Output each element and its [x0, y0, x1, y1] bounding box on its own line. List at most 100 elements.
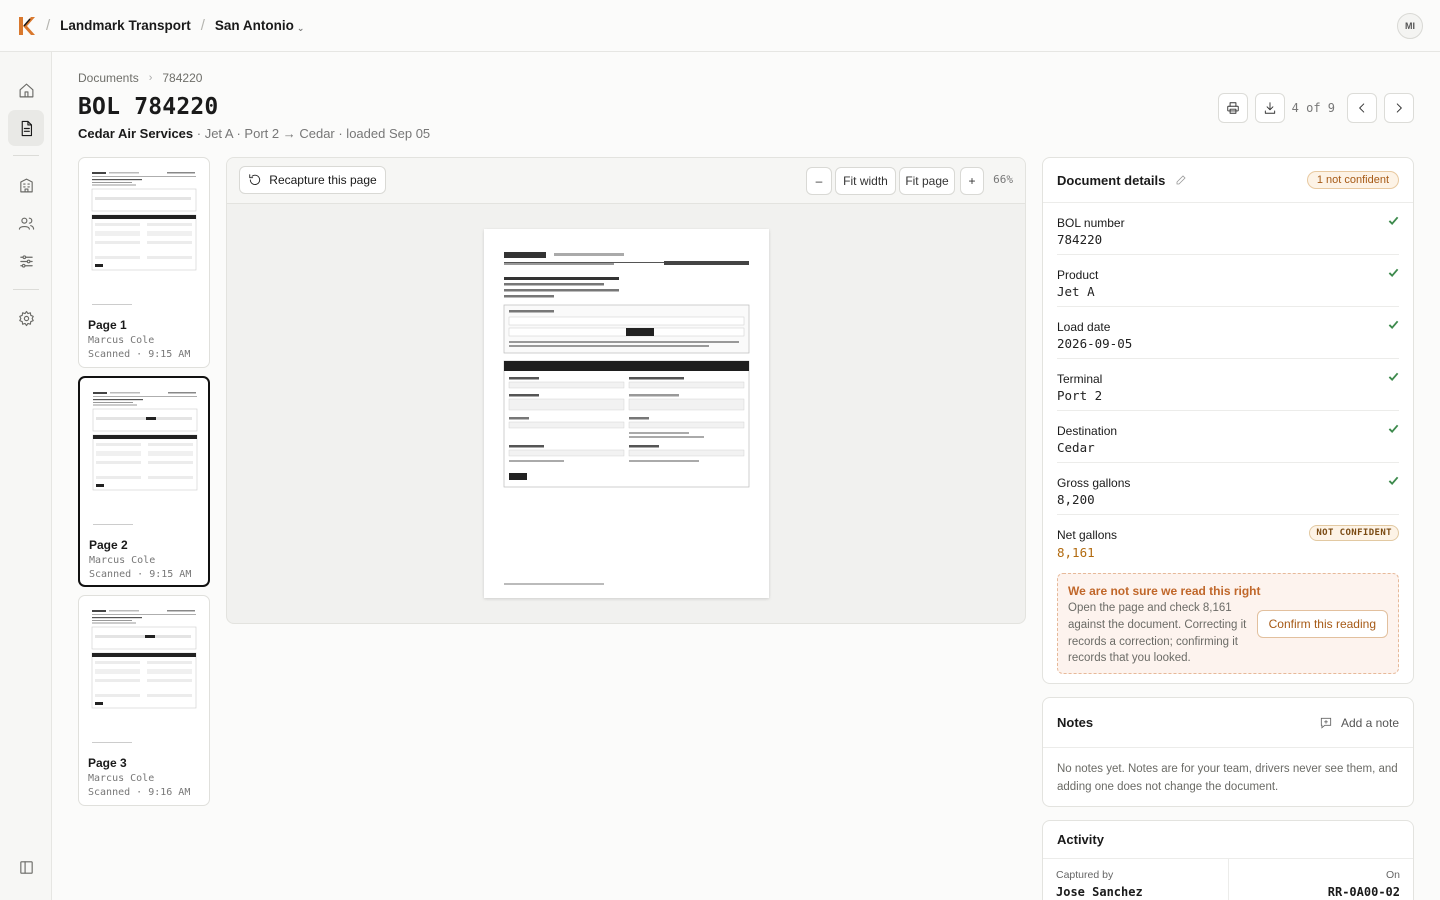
confidence-summary-badge: 1 not confident: [1306, 171, 1399, 189]
location-name: San Antonio: [214, 18, 294, 33]
field-gross-gallons[interactable]: Gross gallons 8,200: [1057, 463, 1399, 515]
page-thumbnail-2[interactable]: Page 2 Marcus Cole Scanned · 9:15 AM: [78, 376, 210, 587]
chevron-down-icon: ⌄: [296, 22, 305, 33]
edit-pencil-icon[interactable]: [1175, 174, 1187, 186]
field-bol-number[interactable]: BOL number 784220: [1057, 203, 1399, 255]
check-icon: [1388, 320, 1399, 330]
field-destination[interactable]: Destination Cedar: [1057, 411, 1399, 463]
breadcrumb: Documents › 784220: [78, 71, 202, 85]
add-note-icon: [1320, 717, 1332, 729]
app-logo[interactable]: [16, 15, 36, 37]
notes-header: Notes Add a note: [1043, 698, 1413, 748]
nav-documents[interactable]: [8, 110, 44, 146]
alert-title: We are not sure we read this right: [1068, 584, 1261, 598]
side-rail: [0, 52, 52, 900]
zoom-level: 66%: [993, 173, 1013, 186]
field-value: 8,200: [1057, 492, 1095, 507]
details-header: Document details 1 not confident: [1043, 158, 1413, 203]
field-terminal[interactable]: Terminal Port 2: [1057, 359, 1399, 411]
nav-filters[interactable]: [8, 243, 44, 279]
confirm-reading-button[interactable]: Confirm this reading: [1256, 610, 1388, 638]
page-preview: [92, 392, 198, 525]
notes-title: Notes: [1057, 715, 1094, 730]
alert-body: Open the page and check 8,161 against th…: [1068, 602, 1247, 665]
captured-by-value: Jose Sanchez: [1056, 885, 1143, 899]
collapse-sidebar-button[interactable]: [8, 849, 44, 885]
field-load-date[interactable]: Load date 2026-09-05: [1057, 307, 1399, 359]
on-label: On: [1385, 869, 1400, 881]
org-name[interactable]: Landmark Transport: [60, 18, 191, 33]
previous-document-button[interactable]: [1347, 93, 1377, 123]
zoom-in-button[interactable]: +: [960, 167, 984, 195]
nav-buildings[interactable]: [8, 167, 44, 203]
header-actions: 4 of 9: [1217, 93, 1414, 123]
document-icon: [21, 120, 32, 136]
check-icon: [1388, 476, 1399, 486]
nav-people[interactable]: [8, 205, 44, 241]
next-document-button[interactable]: [1384, 93, 1414, 123]
page-thumbnail-3[interactable]: Page 3 Marcus Cole Scanned · 9:16 AM: [78, 595, 210, 806]
field-product[interactable]: Product Jet A: [1057, 255, 1399, 307]
check-icon: [1388, 372, 1399, 382]
document-page[interactable]: [484, 229, 769, 598]
device-cell: On RR-0A00-02: [1227, 859, 1414, 900]
field-value: Port 2: [1057, 388, 1103, 403]
scanned-by: Marcus Cole: [88, 335, 155, 346]
breadcrumb-documents[interactable]: Documents: [78, 71, 139, 85]
details-title: Document details: [1057, 172, 1166, 188]
scanned-time: Scanned · 9:16 AM: [88, 787, 191, 798]
page-preview: [91, 172, 197, 305]
nav-home[interactable]: [8, 72, 44, 108]
recapture-label: Recapture this page: [269, 173, 377, 187]
add-note-button[interactable]: Add a note: [1319, 716, 1399, 730]
page-thumbnail-1[interactable]: Page 1 Marcus Cole Scanned · 9:15 AM: [78, 157, 210, 368]
document-details-card: Document details 1 not confident BOL num…: [1042, 157, 1414, 684]
activity-title: Activity: [1057, 832, 1104, 847]
field-label: Destination: [1057, 424, 1118, 438]
field-label: Net gallons: [1057, 528, 1118, 542]
document-viewer: Recapture this page – Fit width Fit page…: [226, 157, 1026, 624]
rail-divider: [13, 155, 39, 156]
scanned-by: Marcus Cole: [88, 773, 155, 784]
activity-header: Activity: [1043, 821, 1413, 858]
check-icon: [1388, 216, 1399, 226]
zoom-out-button[interactable]: –: [806, 167, 832, 195]
page-preview: [91, 610, 197, 743]
home-icon: [19, 83, 33, 97]
fit-page-button[interactable]: Fit page: [899, 167, 955, 195]
check-icon: [1388, 268, 1399, 278]
location-switcher[interactable]: San Antonio ⌄: [215, 18, 305, 34]
field-label: Product: [1057, 268, 1099, 282]
chevron-right-icon: [1396, 103, 1402, 113]
field-label: Terminal: [1057, 372, 1103, 386]
thumbnail-label: Page 3: [88, 756, 127, 770]
chevron-right-icon: ›: [148, 72, 153, 84]
thumbnail-label: Page 2: [89, 538, 128, 552]
page-title: BOL 784220: [78, 94, 219, 120]
printer-icon: [1226, 102, 1239, 114]
sliders-icon: [19, 254, 33, 268]
nav-settings[interactable]: [8, 300, 44, 336]
add-note-label: Add a note: [1340, 715, 1399, 730]
field-net-gallons[interactable]: Net gallons 8,161 NOT CONFIDENT: [1057, 515, 1399, 573]
fit-width-button[interactable]: Fit width: [835, 167, 896, 195]
refresh-icon: [249, 174, 261, 185]
recapture-button[interactable]: Recapture this page: [239, 166, 386, 194]
page-counter: 4 of 9: [1291, 101, 1335, 115]
field-label: Gross gallons: [1057, 476, 1131, 490]
scanned-page-image: [503, 252, 750, 585]
top-bar: / Landmark Transport / San Antonio ⌄ MI: [0, 0, 1440, 52]
thumbnail-meta: Marcus Cole Scanned · 9:15 AM: [88, 334, 190, 362]
low-confidence-alert: We are not sure we read this right Open …: [1057, 573, 1399, 674]
check-icon: [1388, 424, 1399, 434]
captured-by-cell: Captured by Jose Sanchez: [1043, 859, 1228, 900]
download-button[interactable]: [1254, 93, 1285, 123]
field-value: 2026-09-05: [1057, 336, 1133, 351]
customer-name: Cedar Air Services: [78, 126, 194, 141]
gear-icon: [18, 310, 34, 326]
field-label: Load date: [1057, 320, 1111, 334]
print-button[interactable]: [1217, 93, 1248, 123]
scanned-time: Scanned · 9:15 AM: [88, 349, 191, 360]
download-icon: [1264, 102, 1275, 114]
user-avatar[interactable]: MI: [1397, 13, 1423, 39]
